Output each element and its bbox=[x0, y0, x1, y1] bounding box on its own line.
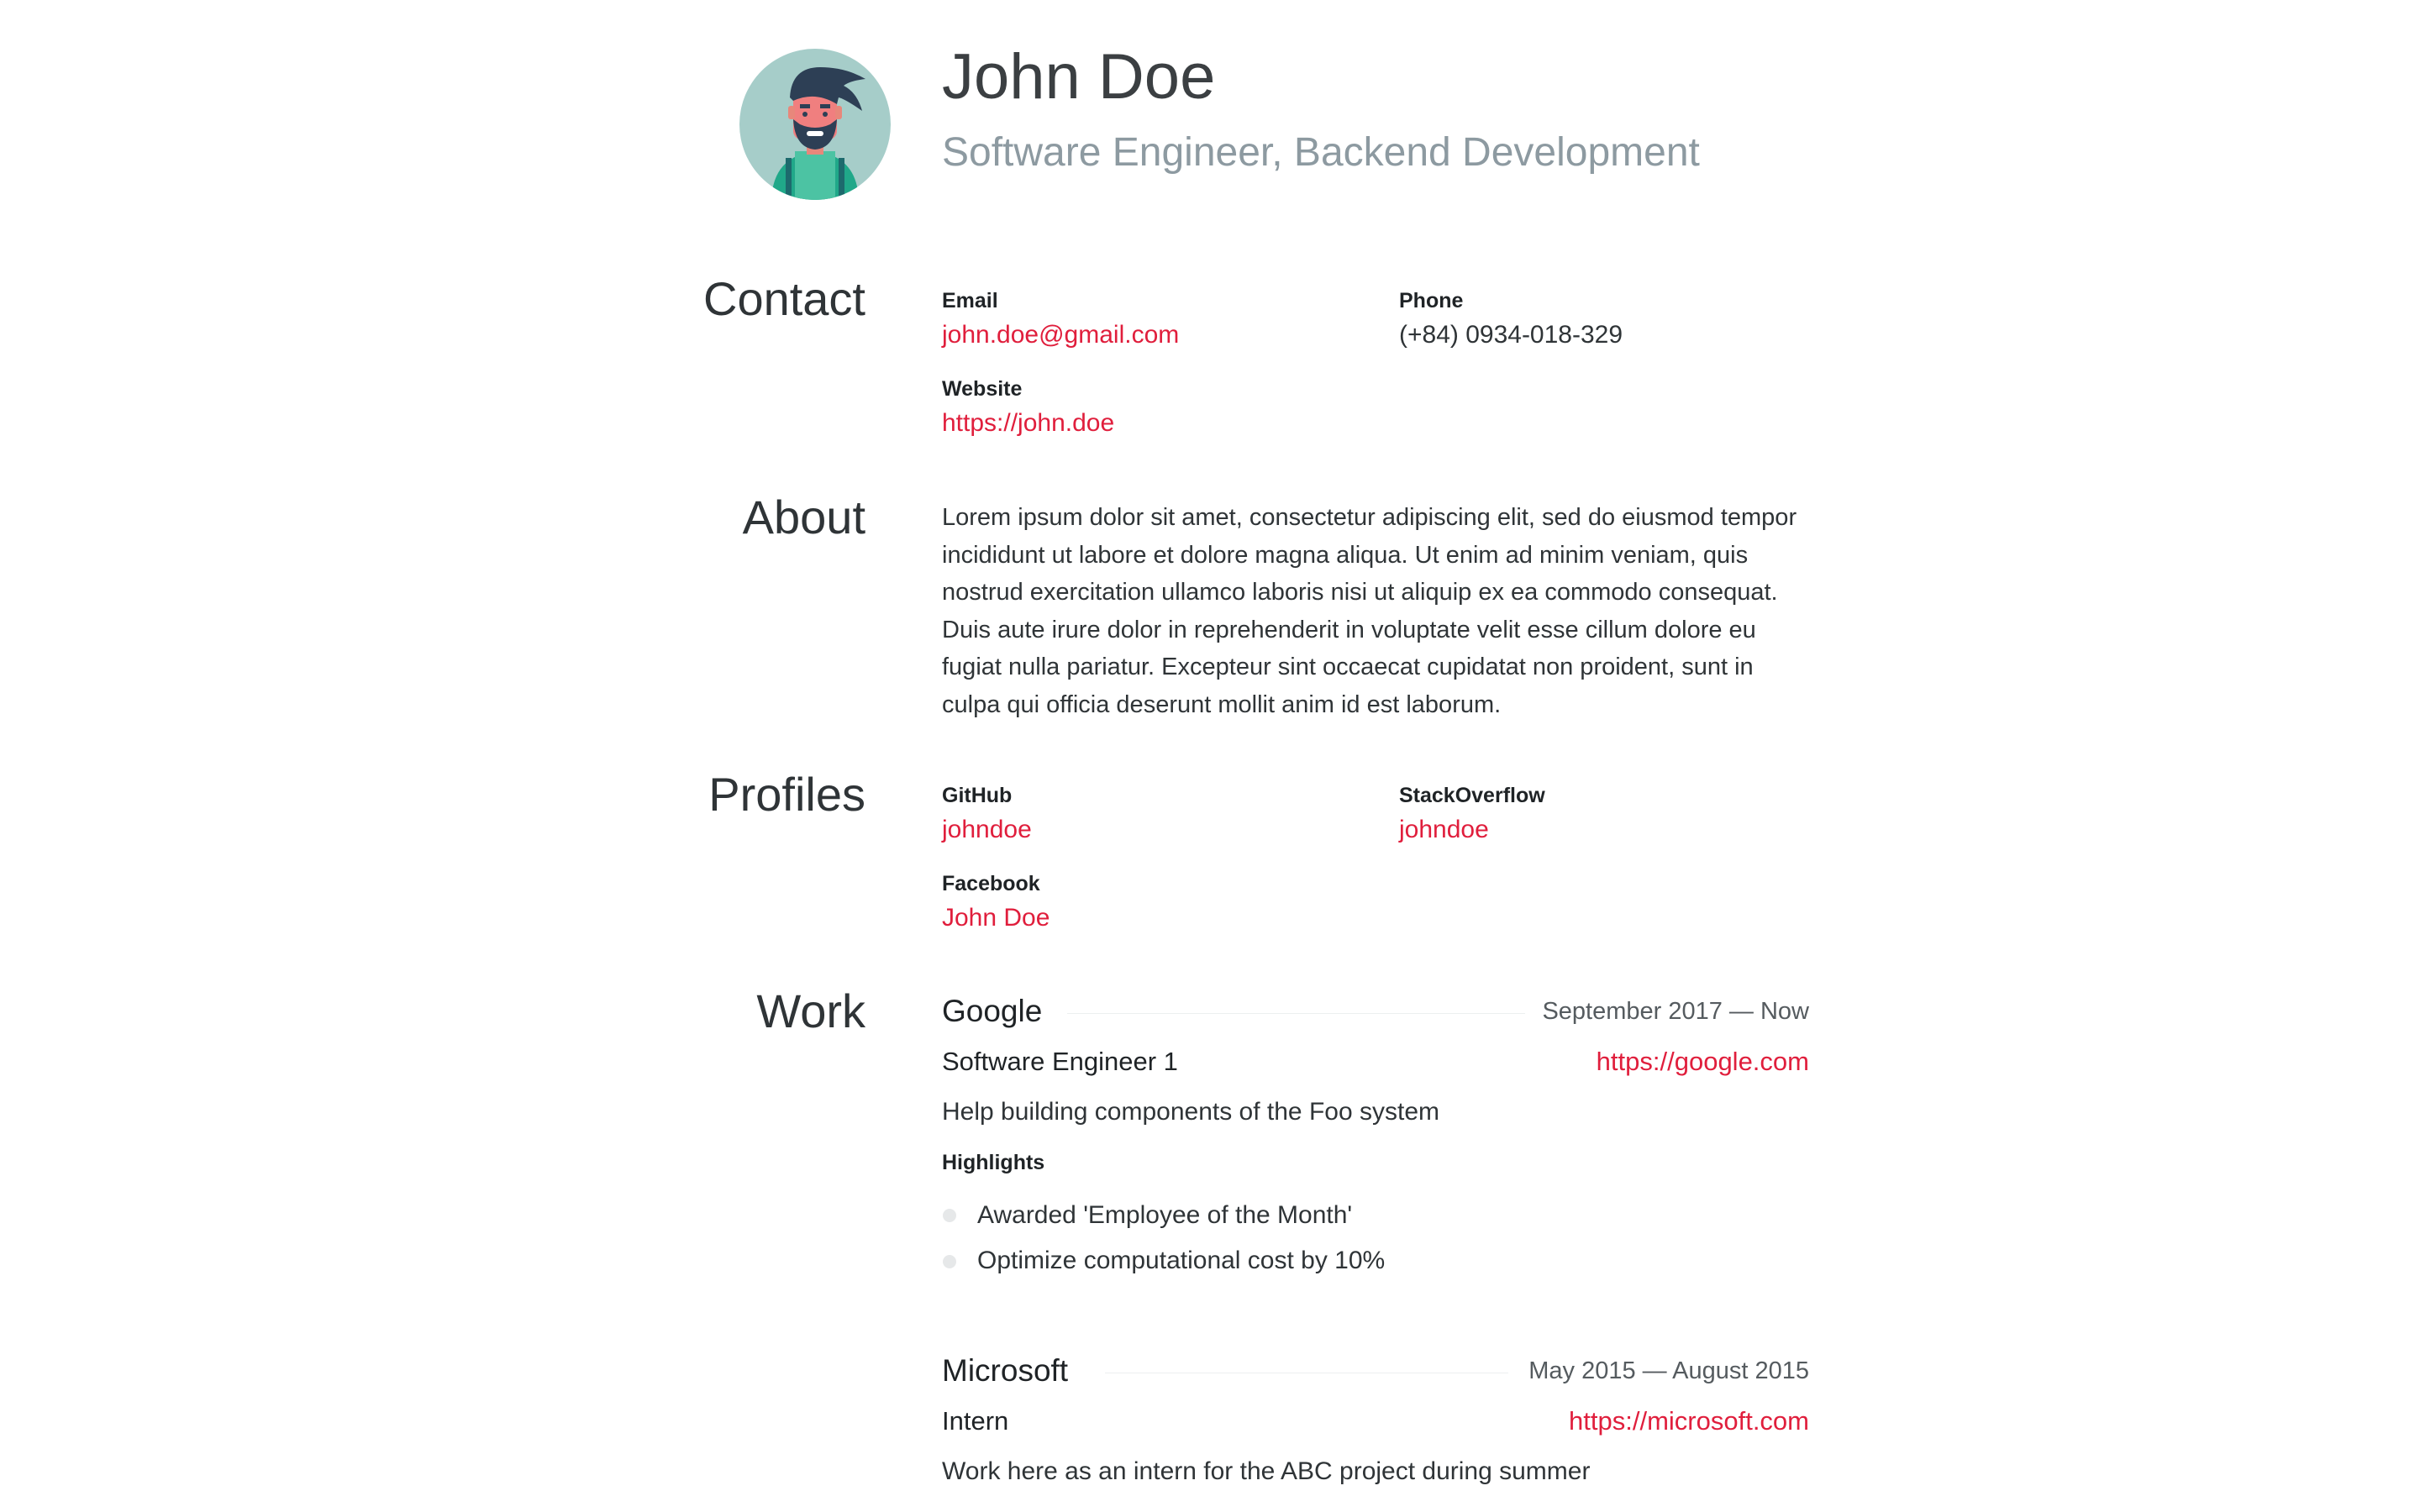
profile-link-stackoverflow[interactable]: johndoe bbox=[1399, 817, 1489, 843]
profile-link-facebook[interactable]: John Doe bbox=[942, 906, 1050, 931]
resume-name: John Doe bbox=[942, 41, 1216, 113]
work-position-google: Software Engineer 1 bbox=[942, 1047, 1178, 1076]
work-url-google[interactable]: https://google.com bbox=[1597, 1048, 1809, 1074]
work-company-google: Google bbox=[942, 994, 1043, 1028]
email-label: Email bbox=[942, 289, 998, 312]
profile-network-stackoverflow: StackOverflow bbox=[1399, 784, 1545, 807]
highlight-item: Awarded 'Employee of the Month' bbox=[977, 1201, 1353, 1229]
section-title-profiles: Profiles bbox=[708, 768, 865, 821]
work-divider bbox=[1067, 1013, 1525, 1014]
avatar bbox=[739, 49, 891, 200]
highlights-label: Highlights bbox=[942, 1151, 1045, 1174]
resume-page: John Doe Software Engineer, Backend Deve… bbox=[0, 0, 2420, 1512]
work-url-microsoft[interactable]: https://microsoft.com bbox=[1569, 1408, 1809, 1434]
website-link[interactable]: https://john.doe bbox=[942, 411, 1114, 436]
work-summary-google: Help building components of the Foo syst… bbox=[942, 1098, 1439, 1126]
work-company-microsoft: Microsoft bbox=[942, 1353, 1069, 1388]
email-link[interactable]: john.doe@gmail.com bbox=[942, 323, 1179, 348]
section-title-contact: Contact bbox=[703, 272, 865, 325]
bullet-icon bbox=[943, 1209, 956, 1222]
profile-link-github[interactable]: johndoe bbox=[942, 817, 1032, 843]
profile-network-github: GitHub bbox=[942, 784, 1013, 807]
work-dates-microsoft: May 2015 — August 2015 bbox=[1528, 1357, 1809, 1384]
website-label: Website bbox=[942, 377, 1023, 401]
highlight-item: Optimize computational cost by 10% bbox=[977, 1247, 1386, 1274]
work-dates-google: September 2017 — Now bbox=[1542, 998, 1809, 1025]
section-title-about: About bbox=[742, 491, 865, 543]
work-position-microsoft: Intern bbox=[942, 1406, 1009, 1436]
section-title-work: Work bbox=[756, 984, 865, 1037]
about-text: Lorem ipsum dolor sit amet, consectetur … bbox=[942, 504, 1797, 718]
phone-label: Phone bbox=[1399, 289, 1464, 312]
bullet-icon bbox=[943, 1255, 956, 1268]
phone-value: (+84) 0934-018-329 bbox=[1399, 321, 1623, 349]
resume-subtitle: Software Engineer, Backend Development bbox=[942, 130, 1700, 175]
work-summary-microsoft: Work here as an intern for the ABC proje… bbox=[942, 1457, 1591, 1485]
profile-network-facebook: Facebook bbox=[942, 872, 1040, 895]
